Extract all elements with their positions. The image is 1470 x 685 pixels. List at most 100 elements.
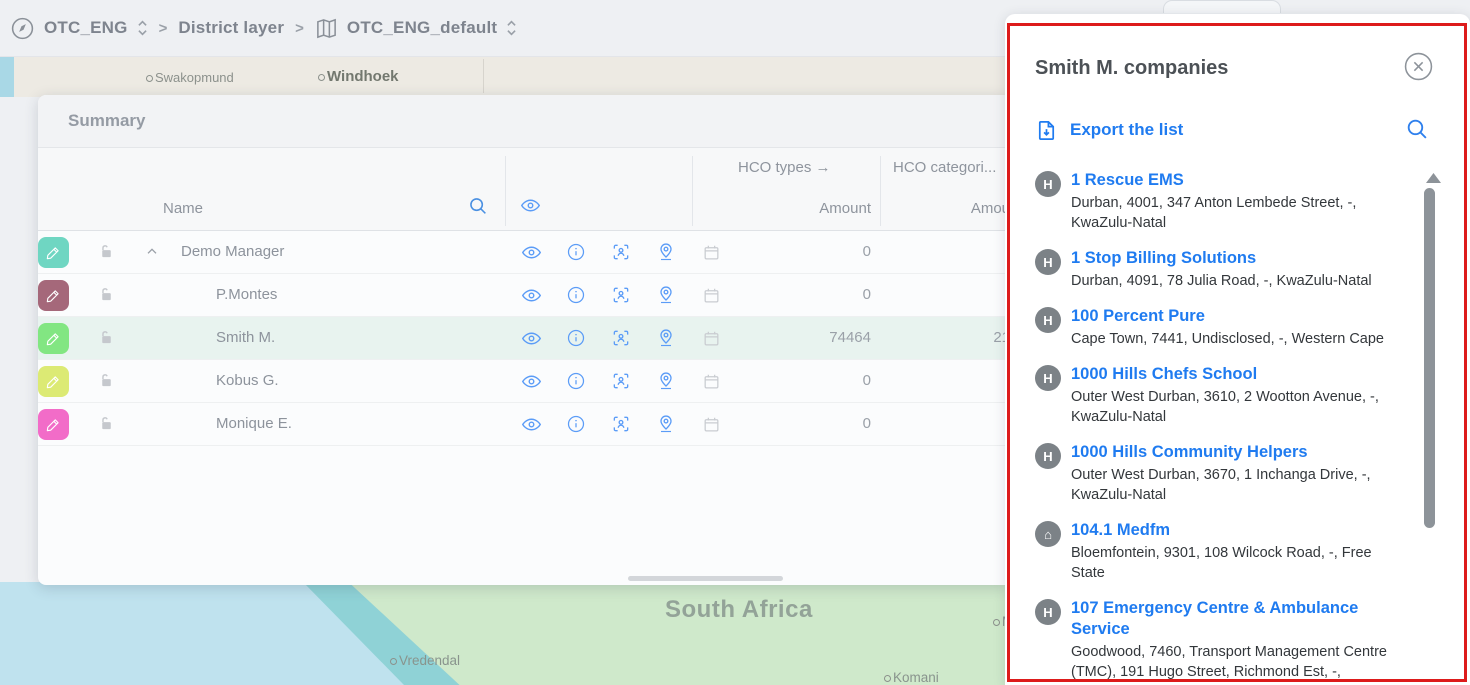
horizontal-scrollbar[interactable] xyxy=(628,576,783,581)
eye-icon[interactable] xyxy=(520,413,542,435)
app-root: Swakopmund Windhoek South Africa Vredend… xyxy=(0,0,1470,685)
column-header-hco-categories[interactable]: HCO categori... xyxy=(893,159,996,176)
map-label-country: South Africa xyxy=(665,596,813,624)
calendar-icon[interactable] xyxy=(700,241,722,263)
town-marker-icon xyxy=(146,75,153,82)
table-row[interactable]: Monique E. 0 xyxy=(38,403,1007,446)
hospital-icon: H xyxy=(1035,171,1061,197)
location-pin-icon[interactable] xyxy=(655,284,677,306)
focus-territory-icon[interactable] xyxy=(610,284,632,306)
column-header-amount[interactable]: Amount xyxy=(738,200,871,217)
organization-icon: ⌂ xyxy=(1035,521,1061,547)
company-link[interactable]: 100 Percent Pure xyxy=(1071,306,1393,327)
export-list-label: Export the list xyxy=(1070,120,1183,140)
info-icon[interactable] xyxy=(565,413,587,435)
company-list: H 1 Rescue EMS Durban, 4001, 347 Anton L… xyxy=(1035,170,1427,682)
table-row[interactable]: P.Montes 0 xyxy=(38,274,1007,317)
unlock-icon[interactable] xyxy=(98,415,115,437)
calendar-icon[interactable] xyxy=(700,327,722,349)
calendar-icon[interactable] xyxy=(700,370,722,392)
company-address: Outer West Durban, 3670, 1 Inchanga Driv… xyxy=(1071,465,1393,505)
unlock-icon[interactable] xyxy=(98,243,115,265)
column-header-hco-types[interactable]: HCO types → xyxy=(738,159,831,176)
map-label-komani: Komani xyxy=(884,670,939,685)
info-icon[interactable] xyxy=(565,327,587,349)
table-column-headers: HCO types → HCO categori... Name Amount … xyxy=(38,148,1007,231)
amount-value: 0 xyxy=(738,286,871,303)
amount-value: 0 xyxy=(738,372,871,389)
company-link[interactable]: 107 Emergency Centre & Ambulance Service xyxy=(1071,598,1393,640)
company-address: Bloemfontein, 9301, 108 Wilcock Road, -,… xyxy=(1071,543,1393,583)
breadcrumb-map-name[interactable]: OTC_ENG_default xyxy=(347,18,497,38)
edit-button[interactable] xyxy=(38,280,69,311)
edit-button[interactable] xyxy=(38,409,69,440)
collapse-icon[interactable] xyxy=(144,244,160,265)
company-link[interactable]: 1000 Hills Community Helpers xyxy=(1071,442,1393,463)
breadcrumb-layer[interactable]: District layer xyxy=(178,18,284,38)
table-row[interactable]: Demo Manager 0 xyxy=(38,231,1007,274)
unlock-icon[interactable] xyxy=(98,329,115,351)
list-item: H 1 Rescue EMS Durban, 4001, 347 Anton L… xyxy=(1035,170,1427,233)
list-item: H 1000 Hills Chefs School Outer West Dur… xyxy=(1035,364,1427,427)
map-switcher-icon[interactable] xyxy=(506,19,517,37)
edit-button[interactable] xyxy=(38,366,69,397)
town-marker-icon xyxy=(884,675,891,682)
focus-territory-icon[interactable] xyxy=(610,370,632,392)
location-pin-icon[interactable] xyxy=(655,241,677,263)
export-list-button[interactable]: Export the list xyxy=(1035,119,1183,142)
vertical-scrollbar-thumb[interactable] xyxy=(1424,188,1435,528)
focus-territory-icon[interactable] xyxy=(610,241,632,263)
company-link[interactable]: 1 Rescue EMS xyxy=(1071,170,1393,191)
eye-icon[interactable] xyxy=(520,284,542,306)
company-link[interactable]: 104.1 Medfm xyxy=(1071,520,1393,541)
breadcrumb-project[interactable]: OTC_ENG xyxy=(44,18,128,38)
list-item: ⌂ 104.1 Medfm Bloemfontein, 9301, 108 Wi… xyxy=(1035,520,1427,583)
panel-title: Smith M. companies xyxy=(1035,57,1228,80)
project-switcher-icon[interactable] xyxy=(137,19,148,37)
companies-panel: Smith M. companies Export the list xyxy=(1005,14,1470,685)
amount-value: 74464 xyxy=(738,329,871,346)
map-canvas[interactable]: South Africa Vredendal Komani Mt xyxy=(0,582,1010,685)
scroll-up-icon[interactable] xyxy=(1426,170,1441,188)
column-header-name[interactable]: Name xyxy=(163,200,203,217)
unlock-icon[interactable] xyxy=(98,372,115,394)
companies-panel-content: Smith M. companies Export the list xyxy=(1035,52,1427,682)
company-link[interactable]: 1000 Hills Chefs School xyxy=(1071,364,1393,385)
info-icon[interactable] xyxy=(565,370,587,392)
search-icon[interactable] xyxy=(1404,116,1429,144)
location-pin-icon[interactable] xyxy=(655,370,677,392)
map-icon xyxy=(315,17,338,40)
focus-territory-icon[interactable] xyxy=(610,327,632,349)
map-water xyxy=(0,57,14,97)
info-icon[interactable] xyxy=(565,241,587,263)
company-link[interactable]: 1 Stop Billing Solutions xyxy=(1071,248,1393,269)
calendar-icon[interactable] xyxy=(700,284,722,306)
amount-value: 0 xyxy=(738,415,871,432)
breadcrumb-separator: > xyxy=(159,20,168,37)
table-row-selected[interactable]: Smith M. 74464 21 xyxy=(38,317,1007,360)
summary-header: Summary xyxy=(38,95,1007,148)
column-header-amount2[interactable]: Amou xyxy=(898,200,1007,217)
visibility-all-icon[interactable] xyxy=(519,194,541,216)
focus-territory-icon[interactable] xyxy=(610,413,632,435)
location-pin-icon[interactable] xyxy=(655,327,677,349)
search-icon[interactable] xyxy=(466,194,488,216)
eye-icon[interactable] xyxy=(520,370,542,392)
list-item: H 1000 Hills Community Helpers Outer Wes… xyxy=(1035,442,1427,505)
table-body: Demo Manager 0 P.Montes xyxy=(38,231,1007,446)
location-pin-icon[interactable] xyxy=(655,413,677,435)
calendar-icon[interactable] xyxy=(700,413,722,435)
hospital-icon: H xyxy=(1035,249,1061,275)
table-row[interactable]: Kobus G. 0 xyxy=(38,360,1007,403)
eye-icon[interactable] xyxy=(520,241,542,263)
edit-button[interactable] xyxy=(38,237,69,268)
summary-panel: Summary HCO types → HCO categori... Name… xyxy=(38,95,1007,585)
unlock-icon[interactable] xyxy=(98,286,115,308)
edit-button[interactable] xyxy=(38,323,69,354)
info-icon[interactable] xyxy=(565,284,587,306)
company-address: Goodwood, 7460, Transport Management Cen… xyxy=(1071,642,1393,682)
eye-icon[interactable] xyxy=(520,327,542,349)
map-label-swakopmund: Swakopmund xyxy=(146,70,234,85)
row-name: Monique E. xyxy=(216,415,292,432)
close-icon[interactable] xyxy=(1404,52,1433,84)
